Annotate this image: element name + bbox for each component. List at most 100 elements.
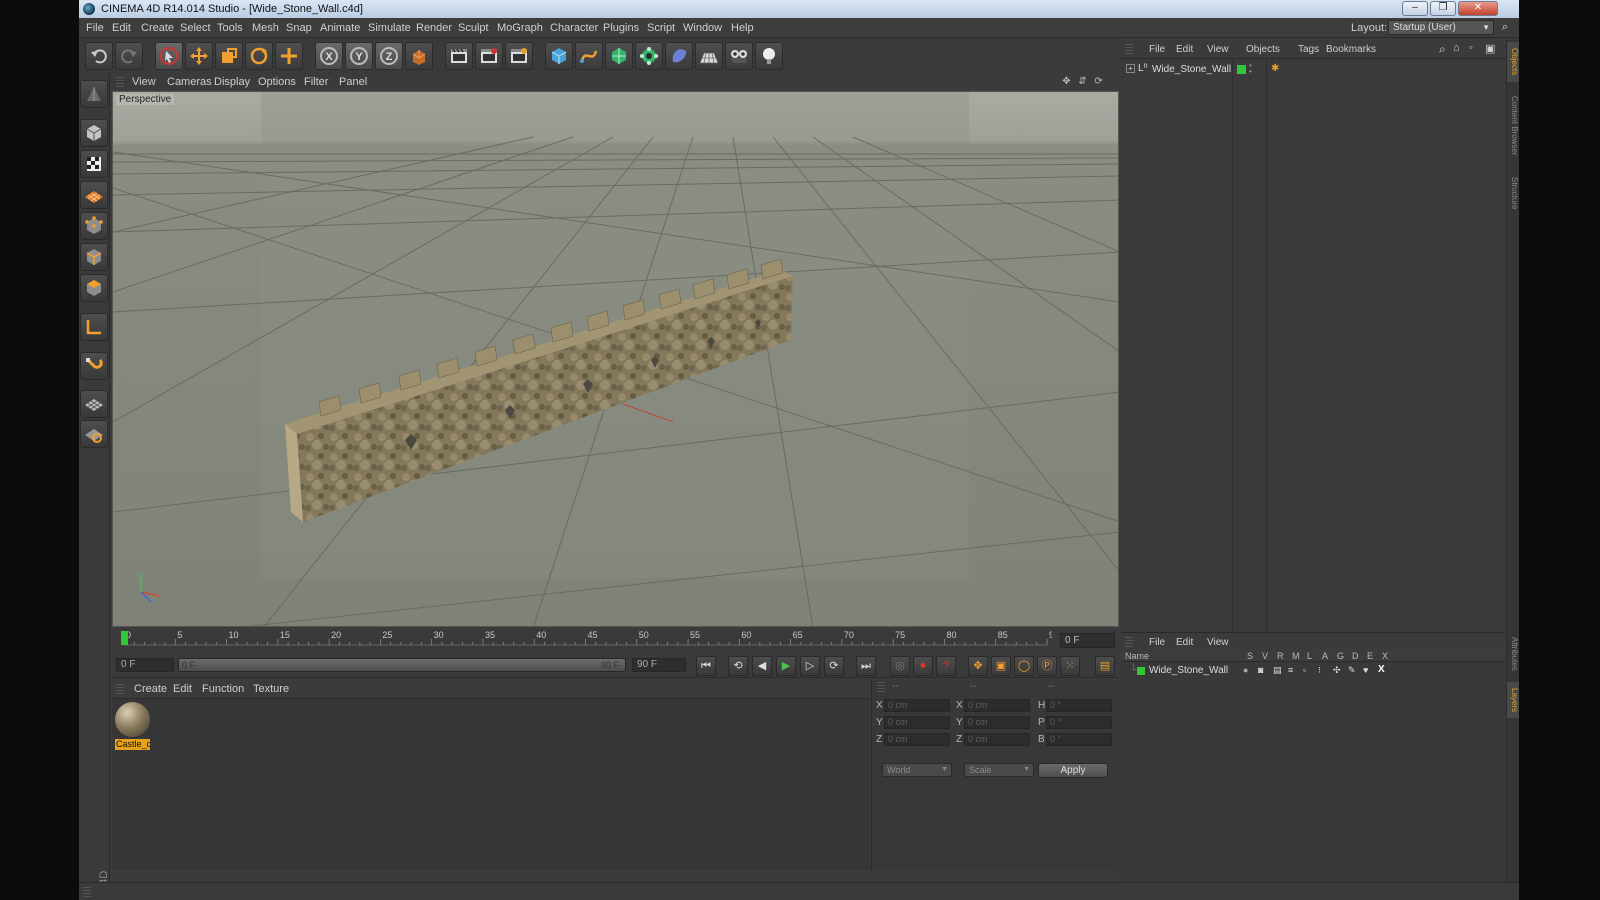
x-axis-lock-icon[interactable]: X — [315, 42, 343, 70]
key-scale-icon[interactable]: ▣ — [991, 656, 1011, 676]
size-x-field[interactable]: 0 cm — [964, 699, 1030, 712]
menu-help[interactable]: Help — [731, 22, 754, 34]
spline-pen-icon[interactable] — [575, 42, 603, 70]
menu-render[interactable]: Render — [416, 22, 452, 34]
material-menu-create[interactable]: Create — [134, 683, 167, 695]
solo-toggle-icon[interactable]: ● — [1243, 665, 1248, 675]
edges-mode-icon[interactable] — [80, 243, 108, 271]
objects-menu-objects[interactable]: Objects — [1246, 44, 1280, 55]
column-view[interactable]: V — [1262, 651, 1268, 661]
make-editable-icon[interactable] — [80, 80, 108, 108]
recent-tool-icon[interactable] — [275, 42, 303, 70]
dolly-icon[interactable]: ⇵ — [1077, 76, 1088, 87]
render-settings-icon[interactable] — [505, 42, 533, 70]
panel-grip[interactable] — [83, 887, 91, 897]
pos-x-field[interactable]: 0 cm — [884, 699, 950, 712]
next-key-button[interactable]: ⟳ — [824, 656, 844, 676]
rot-h-field[interactable]: 0 ° — [1046, 699, 1112, 712]
minimize-button[interactable]: ‒ — [1402, 1, 1428, 16]
menu-snap[interactable]: Snap — [286, 22, 312, 34]
menu-mesh[interactable]: Mesh — [252, 22, 279, 34]
subdivision-surface-icon[interactable] — [605, 42, 633, 70]
menu-character[interactable]: Character — [550, 22, 598, 34]
floor-environment-icon[interactable] — [695, 42, 723, 70]
objects-menu-file[interactable]: File — [1149, 44, 1165, 55]
tab-layers[interactable]: Layers — [1507, 682, 1519, 718]
layers-menu-view[interactable]: View — [1207, 637, 1229, 648]
menu-sculpt[interactable]: Sculpt — [458, 22, 489, 34]
visibility-dots-icon[interactable]: • • — [1249, 62, 1252, 76]
objects-menu-tags[interactable]: Tags — [1298, 44, 1319, 55]
manager-toggle-icon[interactable]: ≡ — [1288, 665, 1293, 675]
generator-toggle-icon[interactable]: ✣ — [1333, 665, 1341, 676]
menu-mograph[interactable]: MoGraph — [497, 22, 543, 34]
panel-grip[interactable] — [1125, 44, 1133, 54]
animation-toggle-icon[interactable]: ⁝ — [1318, 665, 1321, 676]
z-axis-lock-icon[interactable]: Z — [375, 42, 403, 70]
home-icon[interactable]: ⌂ — [1453, 42, 1460, 54]
close-button[interactable]: ✕ — [1458, 1, 1498, 16]
expand-icon[interactable]: + — [1126, 64, 1135, 73]
xref-toggle-icon[interactable]: X — [1378, 664, 1385, 675]
key-point-level-icon[interactable]: ⁙ — [1060, 656, 1080, 676]
key-position-icon[interactable]: ✥ — [968, 656, 988, 676]
back-icon[interactable]: ◦ — [1469, 42, 1473, 54]
play-button[interactable]: ▶ — [776, 656, 796, 676]
keyframe-selection-icon[interactable]: ? — [936, 656, 956, 676]
menu-plugins[interactable]: Plugins — [603, 22, 639, 34]
deformer-icon[interactable] — [665, 42, 693, 70]
timeline-window-icon[interactable]: ▤ — [1095, 656, 1115, 676]
texture-mode-icon[interactable] — [80, 150, 108, 178]
objects-menu-view[interactable]: View — [1207, 44, 1229, 55]
column-locked[interactable]: L — [1307, 651, 1312, 661]
min-frame-field[interactable]: 0 F — [116, 658, 174, 672]
size-y-field[interactable]: 0 cm — [964, 716, 1030, 729]
menu-edit[interactable]: Edit — [112, 22, 131, 34]
array-generator-icon[interactable] — [635, 42, 663, 70]
texture-tag-icon[interactable]: ✱ — [1271, 63, 1279, 74]
render-picture-viewer-icon[interactable] — [475, 42, 503, 70]
live-selection-icon[interactable] — [155, 42, 183, 70]
tab-structure[interactable]: Structure — [1507, 168, 1519, 218]
column-name[interactable]: Name — [1125, 651, 1149, 661]
current-frame-field[interactable]: 0 F — [1060, 633, 1115, 648]
column-solo[interactable]: S — [1247, 651, 1253, 661]
max-frame-field[interactable]: 90 F — [632, 658, 686, 672]
material-menu-edit[interactable]: Edit — [173, 683, 192, 695]
menu-simulate[interactable]: Simulate — [368, 22, 411, 34]
column-xref[interactable]: X — [1382, 651, 1388, 661]
column-deformers[interactable]: D — [1352, 651, 1359, 661]
pos-z-field[interactable]: 0 cm — [884, 733, 950, 746]
column-manager[interactable]: M — [1292, 651, 1300, 661]
points-mode-icon[interactable] — [80, 212, 108, 240]
layout-dropdown[interactable]: Startup (User) ▼ — [1388, 20, 1494, 35]
panel-grip[interactable] — [1125, 637, 1133, 647]
deformer-toggle-icon[interactable]: ✎ — [1348, 665, 1356, 676]
tab-content-browser[interactable]: Content Browser — [1507, 86, 1519, 166]
orbit-icon[interactable]: ⟳ — [1093, 76, 1104, 87]
objects-menu-bookmarks[interactable]: Bookmarks — [1326, 44, 1376, 55]
redo-icon[interactable] — [115, 42, 143, 70]
restore-button[interactable]: ❐ — [1430, 1, 1456, 16]
layer-color-swatch[interactable] — [1137, 667, 1145, 675]
lock-toggle-icon[interactable]: ▫ — [1303, 665, 1306, 675]
camera-icon[interactable] — [725, 42, 753, 70]
axis-mode-icon[interactable] — [80, 313, 108, 341]
coordinate-system-dropdown[interactable]: World ▼ — [882, 763, 952, 777]
search-icon[interactable]: ⌕ — [1439, 42, 1446, 57]
perspective-viewport[interactable]: Perspective — [112, 91, 1119, 627]
record-keys-icon[interactable]: ◎ — [890, 656, 910, 676]
menu-window[interactable]: Window — [683, 22, 722, 34]
expression-toggle-icon[interactable]: ♥ — [1363, 665, 1368, 675]
panel-grip[interactable] — [116, 77, 124, 87]
autokeying-icon[interactable]: ⏺ — [913, 656, 933, 676]
render-view-icon[interactable] — [445, 42, 473, 70]
rot-p-field[interactable]: 0 ° — [1046, 716, 1112, 729]
layer-row[interactable]: └ Wide_Stone_Wall ● ◙ ▤ ≡ ▫ ⁝ ✣ ✎ ♥ X — [1121, 664, 1505, 678]
apply-button[interactable]: Apply — [1038, 763, 1108, 778]
rot-b-field[interactable]: 0 ° — [1046, 733, 1112, 746]
key-parameter-icon[interactable]: Ⓟ — [1037, 656, 1057, 676]
column-animation[interactable]: A — [1322, 651, 1328, 661]
go-to-start-button[interactable]: ⏮ — [696, 656, 716, 676]
object-row[interactable]: + L⁰ Wide_Stone_Wall • • ✱ — [1121, 62, 1505, 79]
